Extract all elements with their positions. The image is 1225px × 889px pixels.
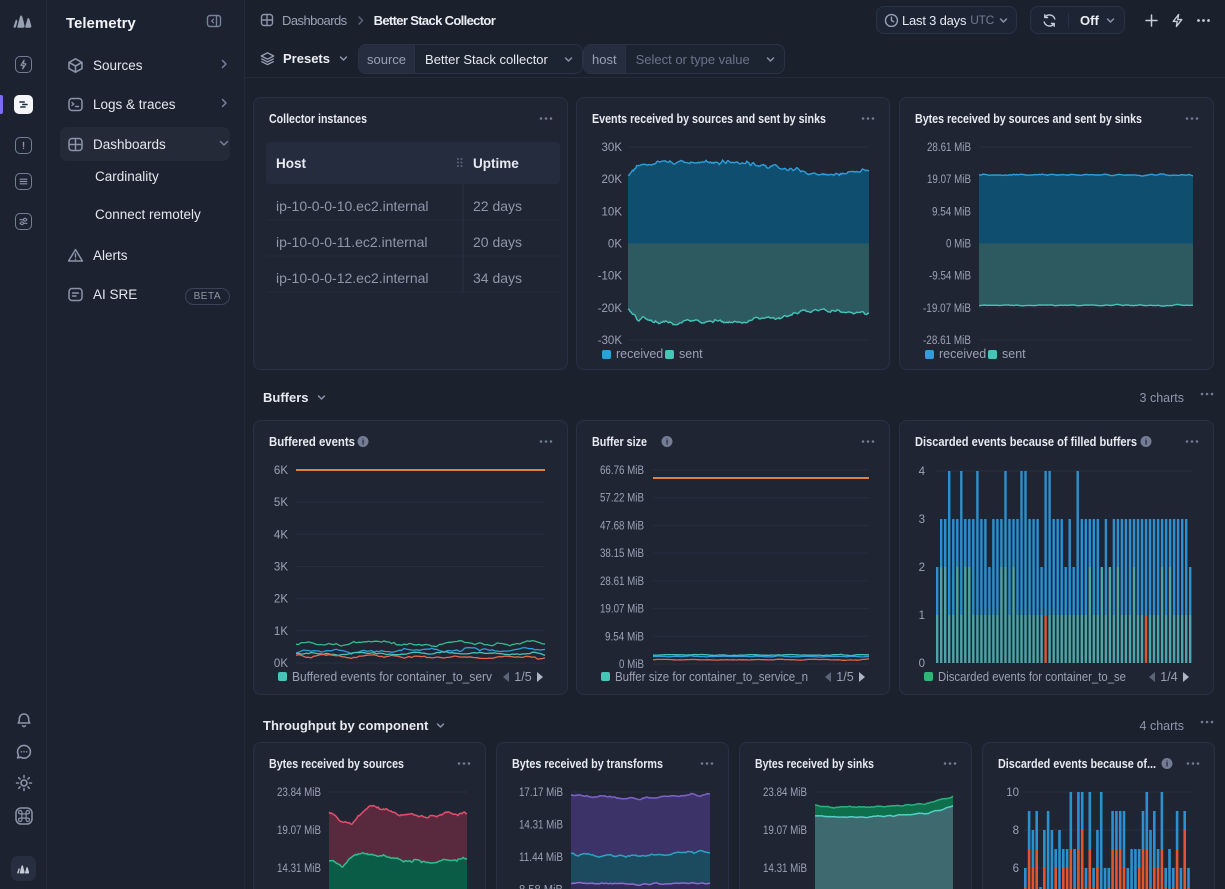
svg-text:0 MiB: 0 MiB [946,239,971,251]
svg-text:6K: 6K [274,465,288,477]
svg-text:Events received by sources and: Events received by sources and sent by s… [592,111,826,126]
svg-text:sent: sent [679,347,703,361]
svg-text:8: 8 [1013,825,1019,837]
svg-text:Discarded events for container: Discarded events for container_to_se [938,670,1126,684]
svg-text:17.17 MiB: 17.17 MiB [519,787,563,799]
svg-text:Bytes received by sources and: Bytes received by sources and sent by si… [915,111,1142,126]
svg-text:Discarded events because of fi: Discarded events because of filled buffe… [915,434,1137,449]
svg-text:19.07 MiB: 19.07 MiB [763,825,807,837]
svg-text:ip-10-0-0-12.ec2.internal: ip-10-0-0-12.ec2.internal [276,270,429,286]
svg-text:0K: 0K [608,239,622,251]
svg-text:5K: 5K [274,497,288,509]
svg-text:1/5: 1/5 [514,670,531,684]
svg-text:4K: 4K [274,529,288,541]
svg-text:4: 4 [919,466,926,478]
svg-text:Discarded events because of...: Discarded events because of... [998,756,1156,771]
svg-text:10K: 10K [602,206,623,218]
svg-text:3K: 3K [274,562,288,574]
svg-text:47.68 MiB: 47.68 MiB [600,520,644,532]
svg-text:sent: sent [1002,347,1026,361]
svg-text:-19.07 MiB: -19.07 MiB [923,303,971,315]
svg-text:-9.54 MiB: -9.54 MiB [929,271,971,283]
svg-text:6: 6 [1013,863,1019,875]
svg-text:38.15 MiB: 38.15 MiB [600,548,644,560]
svg-text:19.07 MiB: 19.07 MiB [277,825,321,837]
svg-text:0K: 0K [274,658,288,670]
svg-text:9.54 MiB: 9.54 MiB [932,206,971,218]
svg-text:Buffered events for container_: Buffered events for container_to_serv [292,670,493,684]
svg-text:Bytes received by sources: Bytes received by sources [269,756,404,771]
svg-text:20K: 20K [602,174,623,186]
svg-text:Host: Host [276,156,307,171]
svg-text:ip-10-0-0-11.ec2.internal: ip-10-0-0-11.ec2.internal [276,234,428,250]
svg-text:2: 2 [919,562,925,574]
svg-text:10: 10 [1006,787,1019,799]
svg-text:23.84 MiB: 23.84 MiB [763,787,807,799]
svg-text:57.22 MiB: 57.22 MiB [600,493,644,505]
svg-text:Buffer size: Buffer size [592,434,647,449]
svg-text:34 days: 34 days [473,270,522,286]
svg-text:1K: 1K [274,626,288,638]
svg-text:28.61 MiB: 28.61 MiB [927,142,971,154]
svg-text:66.76 MiB: 66.76 MiB [600,465,644,477]
svg-text:-30K: -30K [598,335,623,347]
svg-text:i: i [362,437,364,447]
svg-text:2K: 2K [274,594,288,606]
svg-text:-20K: -20K [598,303,623,315]
svg-text:1/4: 1/4 [1160,670,1177,684]
svg-text:11.44 MiB: 11.44 MiB [519,852,563,864]
svg-text:19.07 MiB: 19.07 MiB [927,174,971,186]
svg-text:Uptime: Uptime [473,156,519,171]
svg-text:1/5: 1/5 [836,670,853,684]
svg-text:Bytes received by transforms: Bytes received by transforms [512,756,663,771]
svg-text:received: received [939,347,986,361]
svg-text:i: i [666,437,668,447]
svg-text:14.31 MiB: 14.31 MiB [277,863,321,875]
svg-text:-10K: -10K [598,271,623,283]
svg-text:30K: 30K [602,142,623,154]
svg-text:Collector instances: Collector instances [269,111,367,126]
svg-text:Bytes received by sinks: Bytes received by sinks [755,756,874,771]
svg-text:1: 1 [919,610,925,622]
svg-text:20 days: 20 days [473,234,522,250]
svg-text:Buffer size for container_to_s: Buffer size for container_to_service_n [615,670,808,684]
svg-text:received: received [616,347,663,361]
svg-text:-28.61 MiB: -28.61 MiB [923,335,971,347]
svg-text:14.31 MiB: 14.31 MiB [519,820,563,832]
svg-text:19.07 MiB: 19.07 MiB [600,604,644,616]
svg-text:ip-10-0-0-10.ec2.internal: ip-10-0-0-10.ec2.internal [276,198,429,214]
svg-text:0: 0 [919,658,925,670]
svg-text:28.61 MiB: 28.61 MiB [600,576,644,588]
svg-text:9.54 MiB: 9.54 MiB [605,631,644,643]
svg-text:22 days: 22 days [473,198,522,214]
svg-text:i: i [1166,759,1168,769]
svg-text:3: 3 [919,514,925,526]
svg-text:Buffered events: Buffered events [269,434,355,449]
svg-text:8.58 MiB: 8.58 MiB [519,885,563,889]
svg-text:14.31 MiB: 14.31 MiB [763,863,807,875]
svg-text:i: i [1145,437,1147,447]
svg-text:23.84 MiB: 23.84 MiB [277,787,321,799]
